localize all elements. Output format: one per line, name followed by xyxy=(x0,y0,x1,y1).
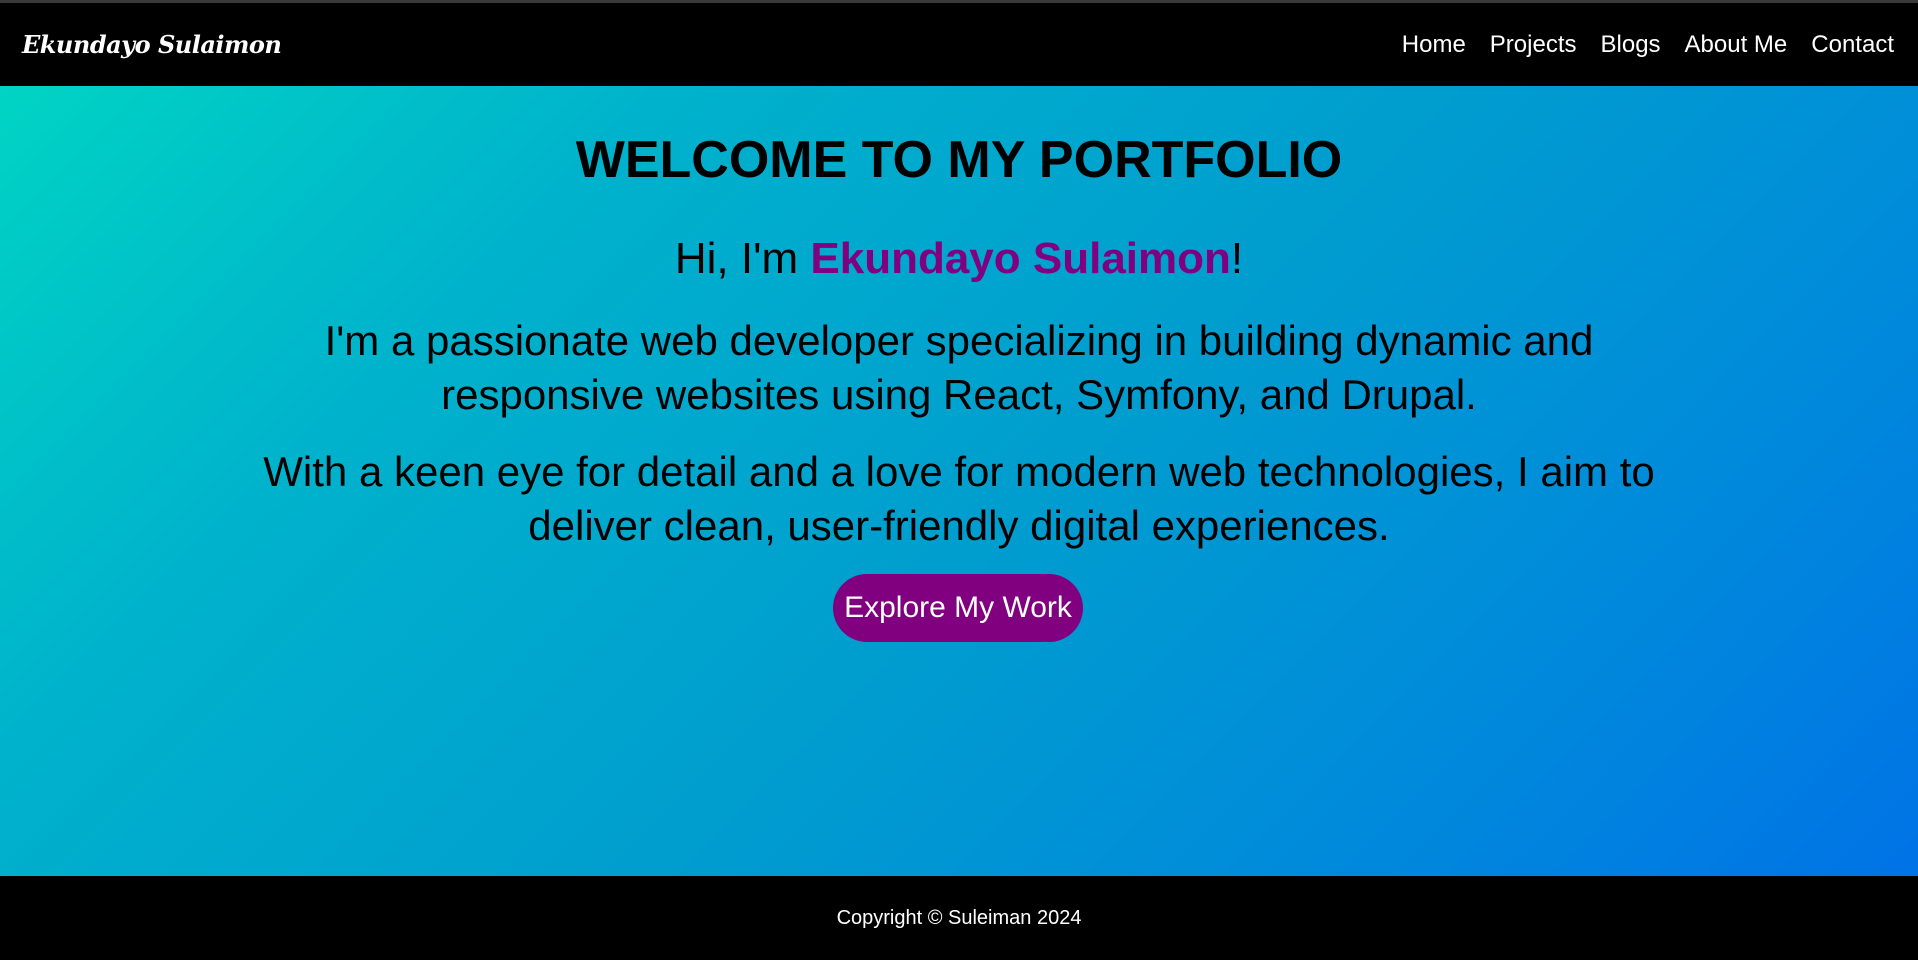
hero-intro: Hi, I'm Ekundayo Sulaimon! xyxy=(0,234,1918,284)
copyright-text: Copyright © Suleiman 2024 xyxy=(836,906,1082,929)
hero-description-skills: I'm a passionate web developer specializ… xyxy=(324,317,1594,418)
nav-link-contact[interactable]: Contact xyxy=(1811,31,1894,59)
nav-link-blogs[interactable]: Blogs xyxy=(1601,31,1661,59)
hero-title: WELCOME TO MY PORTFOLIO xyxy=(575,131,1343,189)
nav-link-about[interactable]: About Me xyxy=(1685,31,1788,59)
explore-work-button[interactable]: Explore My Work xyxy=(833,574,1083,642)
hero-description-mission: With a keen eye for detail and a love fo… xyxy=(263,448,1655,549)
intro-name: Ekundayo Sulaimon xyxy=(810,234,1231,283)
nav-link-home[interactable]: Home xyxy=(1402,31,1466,59)
brand-logo[interactable]: Ekundayo Sulaimon xyxy=(22,30,282,59)
nav-link-projects[interactable]: Projects xyxy=(1490,31,1577,59)
intro-suffix: ! xyxy=(1230,234,1244,283)
intro-prefix: Hi, I'm xyxy=(674,234,811,283)
hero-section: WELCOME TO MY PORTFOLIO Hi, I'm Ekundayo… xyxy=(0,86,1918,876)
footer: Copyright © Suleiman 2024 xyxy=(0,876,1918,960)
navbar: Ekundayo Sulaimon Home Projects Blogs Ab… xyxy=(0,3,1918,86)
main-nav: Home Projects Blogs About Me Contact xyxy=(1402,31,1894,59)
